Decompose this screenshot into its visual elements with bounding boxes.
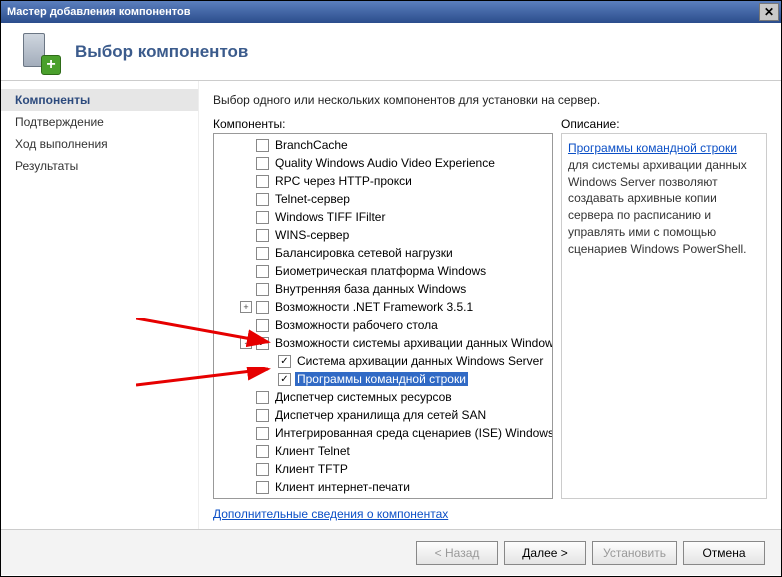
wizard-body: Компоненты Подтверждение Ход выполнения … [1,81,781,529]
tree-row-label: Возможности системы архивации данных Win… [273,336,553,350]
titlebar: Мастер добавления компонентов ✕ [1,1,781,23]
next-button[interactable]: Далее > [504,541,586,565]
install-button[interactable]: Установить [592,541,677,565]
back-button[interactable]: < Назад [416,541,498,565]
more-info-link[interactable]: Дополнительные сведения о компонентах [213,507,767,521]
description-text: для системы архивации данных Windows Ser… [568,158,747,256]
tree-row[interactable]: RPC через HTTP-прокси [214,172,552,190]
content-pane: Выбор одного или нескольких компонентов … [199,81,781,529]
tree-row-label: BranchCache [273,138,348,152]
tree-row-label: Диспетчер системных ресурсов [273,390,452,404]
checkbox[interactable] [256,427,269,440]
tree-row[interactable]: Telnet-сервер [214,190,552,208]
tree-row-label: Клиент Telnet [273,444,350,458]
tree-row-label: Диспетчер хранилища для сетей SAN [273,408,486,422]
sidebar-item-label: Подтверждение [15,115,104,129]
checkbox[interactable] [256,481,269,494]
checkbox[interactable]: ✓ [278,373,291,386]
checkbox[interactable] [256,463,269,476]
tree-row[interactable]: ✓ Программы командной строки [214,370,552,388]
sidebar-item-label: Компоненты [15,93,90,107]
checkbox[interactable] [256,247,269,260]
tree-row[interactable]: Внутренняя база данных Windows [214,280,552,298]
plus-icon: + [41,55,61,75]
tree-row[interactable]: Клиент TFTP [214,460,552,478]
tree-row[interactable]: ✓ Система архивации данных Windows Server [214,352,552,370]
tree-row-label: Windows TIFF IFilter [273,210,385,224]
tree-row-label: Возможности рабочего стола [273,318,438,332]
checkbox[interactable] [256,409,269,422]
tree-row-label: Программы командной строки [295,372,468,386]
tree-row-label: WINS-сервер [273,228,349,242]
tree-row[interactable]: Диспетчер хранилища для сетей SAN [214,406,552,424]
sidebar-item-confirmation[interactable]: Подтверждение [1,111,198,133]
expand-icon[interactable]: + [240,301,252,313]
checkbox[interactable]: ✓ [256,337,269,350]
tree-row[interactable]: BranchCache [214,136,552,154]
tree-row[interactable]: Клиент интернет-печати [214,478,552,496]
checkbox[interactable] [256,265,269,278]
tree-row-label: Telnet-сервер [273,192,350,206]
sidebar: Компоненты Подтверждение Ход выполнения … [1,81,199,529]
close-button[interactable]: ✕ [759,3,779,21]
sidebar-item-label: Ход выполнения [15,137,108,151]
wizard-header: + Выбор компонентов [1,23,781,81]
tree-row-label: Клиент TFTP [273,462,348,476]
tree-row[interactable]: Windows TIFF IFilter [214,208,552,226]
checkbox[interactable] [256,229,269,242]
checkbox[interactable]: ✓ [278,355,291,368]
description-box: Программы командной строки для системы а… [561,133,767,499]
page-title: Выбор компонентов [75,42,248,62]
checkbox[interactable] [256,301,269,314]
window-title: Мастер добавления компонентов [7,6,190,18]
tree-row[interactable]: Балансировка сетевой нагрузки [214,244,552,262]
tree-row[interactable]: Диспетчер системных ресурсов [214,388,552,406]
checkbox[interactable] [256,391,269,404]
tree-row[interactable]: -✓ Возможности системы архивации данных W… [214,334,552,352]
tree-row[interactable]: Интегрированная среда сценариев (ISE) Wi… [214,424,552,442]
tree-row-label: Quality Windows Audio Video Experience [273,156,495,170]
wizard-icon: + [17,31,59,73]
tree-row[interactable]: Quality Windows Audio Video Experience [214,154,552,172]
checkbox[interactable] [256,157,269,170]
cancel-button[interactable]: Отмена [683,541,765,565]
tree-row[interactable]: + Возможности .NET Framework 3.5.1 [214,298,552,316]
description-label: Описание: [561,117,767,131]
tree-row-label: Биометрическая платформа Windows [273,264,486,278]
tree-row[interactable]: Возможности рабочего стола [214,316,552,334]
sidebar-item-results[interactable]: Результаты [1,155,198,177]
checkbox[interactable] [256,445,269,458]
tree-row-label: Система архивации данных Windows Server [295,354,543,368]
footer: < Назад Далее > Установить Отмена [1,529,781,575]
tree-row-label: Клиент интернет-печати [273,480,410,494]
tree-row[interactable]: Клиент Telnet [214,442,552,460]
checkbox[interactable] [256,175,269,188]
close-icon: ✕ [764,5,774,19]
tree-row[interactable]: WINS-сервер [214,226,552,244]
sidebar-item-components[interactable]: Компоненты [1,89,198,111]
description-link[interactable]: Программы командной строки [568,141,737,155]
tree-row-label: RPC через HTTP-прокси [273,174,412,188]
components-tree[interactable]: BranchCache Quality Windows Audio Video E… [213,133,553,499]
tree-row-label: Возможности .NET Framework 3.5.1 [273,300,473,314]
checkbox[interactable] [256,211,269,224]
tree-row-label: Внутренняя база данных Windows [273,282,466,296]
collapse-icon[interactable]: - [240,337,252,349]
checkbox[interactable] [256,139,269,152]
sidebar-item-progress[interactable]: Ход выполнения [1,133,198,155]
tree-row-label: Интегрированная среда сценариев (ISE) Wi… [273,426,553,440]
checkbox[interactable] [256,319,269,332]
components-label: Компоненты: [213,117,553,131]
sidebar-item-label: Результаты [15,159,78,173]
checkbox[interactable] [256,283,269,296]
tree-row[interactable]: Биометрическая платформа Windows [214,262,552,280]
checkbox[interactable] [256,193,269,206]
tree-row-label: Балансировка сетевой нагрузки [273,246,453,260]
instruction-text: Выбор одного или нескольких компонентов … [213,93,767,107]
